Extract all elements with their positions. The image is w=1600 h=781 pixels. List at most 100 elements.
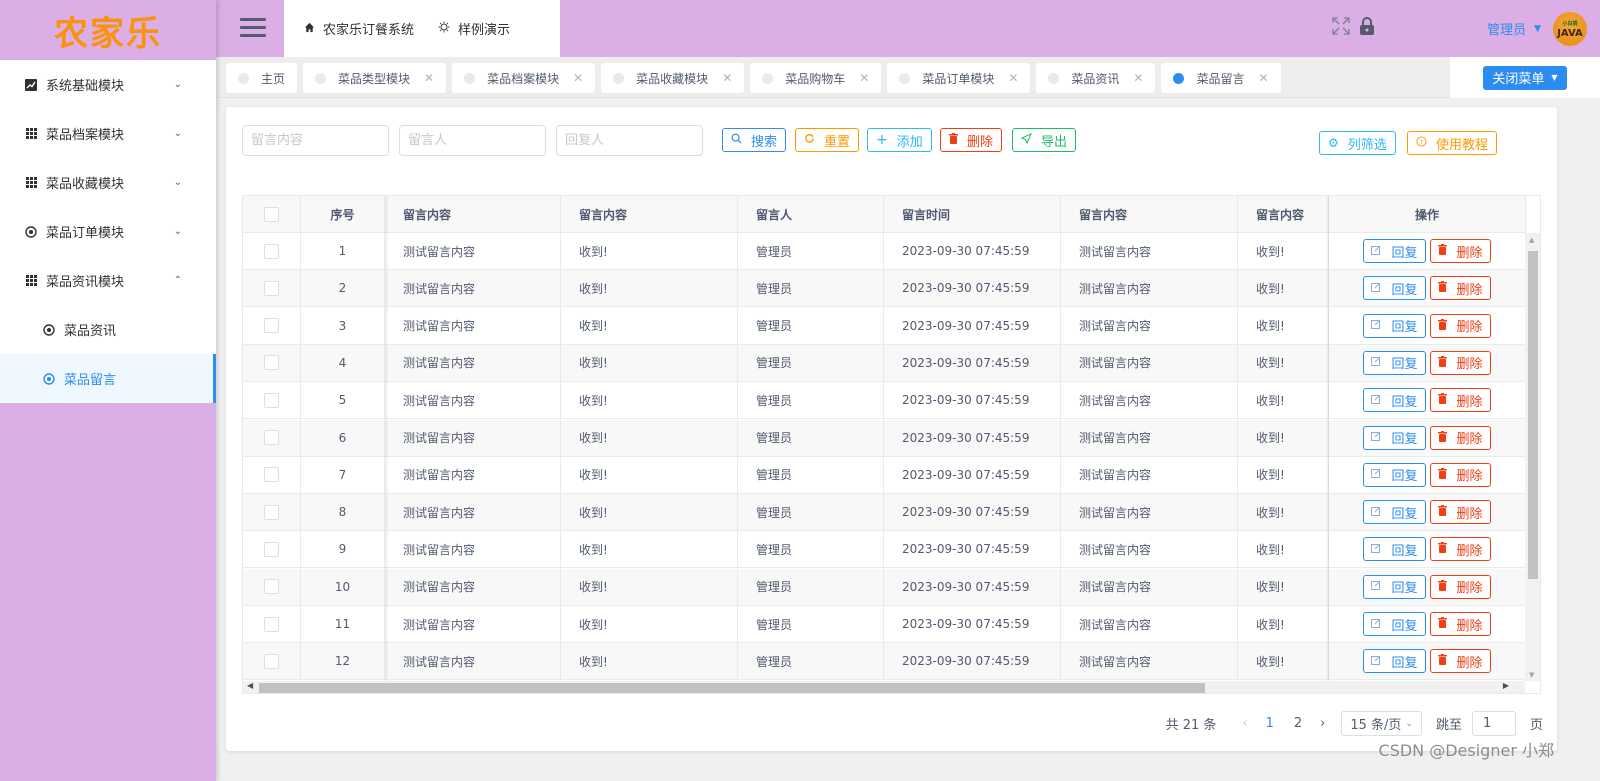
sidebar-subitem-dish-message[interactable]: 菜品留言 — [0, 354, 216, 403]
tab-item[interactable]: 菜品购物车 ✕ — [750, 63, 882, 93]
vertical-scroll-thumb[interactable] — [1528, 251, 1538, 579]
close-tab-icon[interactable]: ✕ — [1133, 71, 1143, 85]
column-filter-button[interactable]: ⚙ 列筛选 — [1319, 131, 1396, 155]
tab-item[interactable]: 主页 — [226, 63, 298, 93]
user-menu[interactable]: 管理员 — [1487, 19, 1526, 38]
scroll-right-icon[interactable]: ▶ — [1503, 681, 1509, 690]
reply-user-input[interactable] — [556, 125, 703, 156]
close-tab-icon[interactable]: ✕ — [1008, 71, 1018, 85]
tab-item[interactable]: 菜品留言 ✕ — [1161, 63, 1281, 93]
add-button[interactable]: + 添加 — [867, 128, 932, 152]
page-size-select[interactable]: 15 条/页 ⌄ — [1341, 711, 1422, 736]
prev-page-icon[interactable]: ‹ — [1242, 716, 1247, 731]
tutorial-button[interactable]: ? 使用教程 — [1407, 131, 1498, 155]
row-checkbox[interactable] — [264, 280, 279, 296]
cell-reply: 收到! — [561, 382, 738, 419]
reply-label: 回复 — [1391, 282, 1418, 298]
close-tab-icon[interactable]: ✕ — [859, 71, 869, 85]
lock-icon[interactable] — [1359, 16, 1375, 41]
row-checkbox[interactable] — [264, 616, 279, 632]
close-tab-icon[interactable]: ✕ — [424, 71, 434, 85]
scroll-left-icon[interactable]: ◀ — [247, 681, 253, 690]
sidebar-subitem-dish-news[interactable]: 菜品资讯 — [0, 305, 216, 354]
reply-button[interactable]: 回复 — [1363, 574, 1426, 599]
reply-button[interactable]: 回复 — [1363, 388, 1426, 413]
row-checkbox[interactable] — [264, 579, 279, 595]
sidebar-item-system-base[interactable]: 系统基础模块 ⌄ — [0, 60, 216, 109]
table-header: 序号 留言内容 留言内容 留言人 留言时间 留言内容 留言内容 操作 — [243, 196, 1526, 233]
select-all-checkbox[interactable] — [264, 206, 279, 222]
close-tab-icon[interactable]: ✕ — [722, 71, 732, 85]
row-checkbox[interactable] — [264, 392, 279, 408]
reply-button[interactable]: 回复 — [1363, 500, 1426, 525]
tab-item[interactable]: 菜品订单模块 ✕ — [887, 63, 1031, 93]
search-icon — [731, 133, 742, 147]
row-delete-button[interactable]: 删除 — [1429, 462, 1491, 487]
row-checkbox[interactable] — [264, 504, 279, 520]
reset-button[interactable]: 重置 — [795, 128, 860, 152]
sidebar-item-dish-favorite[interactable]: 菜品收藏模块 ⌄ — [0, 158, 216, 207]
page-2[interactable]: 2 — [1294, 716, 1302, 731]
row-checkbox[interactable] — [264, 355, 279, 371]
row-checkbox[interactable] — [264, 430, 279, 445]
sidebar-item-dish-news-module[interactable]: 菜品资讯模块 ⌃ — [0, 256, 216, 305]
row-delete-button[interactable]: 删除 — [1429, 239, 1491, 263]
row-delete-button[interactable]: 删除 — [1429, 425, 1491, 450]
sidebar-item-dish-order[interactable]: 菜品订单模块 ⌄ — [0, 207, 216, 256]
row-checkbox[interactable] — [264, 541, 279, 557]
close-tab-icon[interactable]: ✕ — [1259, 71, 1269, 85]
row-delete-button[interactable]: 删除 — [1429, 388, 1491, 413]
reply-button[interactable]: 回复 — [1363, 350, 1426, 375]
reply-button[interactable]: 回复 — [1363, 612, 1426, 636]
reply-button[interactable]: 回复 — [1363, 537, 1426, 562]
trash-icon — [1437, 355, 1447, 370]
row-checkbox[interactable] — [264, 653, 279, 669]
cell-no: 5 — [301, 382, 385, 419]
reply-button[interactable]: 回复 — [1363, 649, 1426, 674]
reply-button[interactable]: 回复 — [1363, 425, 1426, 450]
page-1[interactable]: 1 — [1266, 716, 1274, 731]
tab-item[interactable]: 菜品资讯 ✕ — [1036, 63, 1156, 93]
top-nav-home[interactable]: 农家乐订餐系统 — [304, 19, 414, 38]
row-checkbox[interactable] — [264, 467, 279, 483]
scroll-down-icon[interactable]: ▼ — [1529, 671, 1534, 679]
tab-item[interactable]: 菜品收藏模块 ✕ — [601, 63, 745, 93]
jump-page-input[interactable] — [1471, 711, 1516, 736]
reply-label: 回复 — [1391, 320, 1418, 336]
message-user-input[interactable] — [399, 125, 546, 156]
cell-reply2: 收到! — [1238, 606, 1329, 642]
row-delete-button[interactable]: 删除 — [1429, 313, 1491, 338]
row-delete-button[interactable]: 删除 — [1429, 574, 1491, 599]
menu-toggle-icon[interactable] — [240, 18, 266, 38]
horizontal-scroll-thumb[interactable] — [259, 683, 1205, 693]
export-button[interactable]: 导出 — [1012, 128, 1077, 152]
row-delete-button[interactable]: 删除 — [1429, 649, 1491, 674]
tab-item[interactable]: 菜品类型模块 ✕ — [303, 63, 447, 93]
horizontal-scrollbar[interactable]: ◀ ▶ — [243, 681, 1525, 693]
scroll-up-icon[interactable]: ▲ — [1529, 236, 1534, 244]
next-page-icon[interactable]: › — [1320, 716, 1325, 731]
row-delete-button[interactable]: 删除 — [1429, 276, 1491, 301]
reply-button[interactable]: 回复 — [1363, 462, 1426, 487]
row-delete-button[interactable]: 删除 — [1429, 350, 1491, 375]
reply-button[interactable]: 回复 — [1363, 239, 1426, 263]
tab-item[interactable]: 菜品档案模块 ✕ — [452, 63, 596, 93]
row-checkbox[interactable] — [264, 318, 279, 334]
fullscreen-icon[interactable] — [1331, 16, 1351, 41]
vertical-scrollbar[interactable]: ▲ ▼ — [1525, 233, 1540, 681]
sidebar-item-dish-archive[interactable]: 菜品档案模块 ⌄ — [0, 109, 216, 158]
cell-no: 9 — [301, 531, 385, 568]
close-tab-icon[interactable]: ✕ — [573, 71, 583, 85]
delete-button[interactable]: 删除 — [940, 128, 1003, 152]
reply-button[interactable]: 回复 — [1363, 276, 1426, 301]
top-nav-demo[interactable]: 样例演示 — [438, 19, 510, 38]
row-delete-button[interactable]: 删除 — [1429, 612, 1491, 636]
reply-button[interactable]: 回复 — [1363, 313, 1426, 338]
search-button[interactable]: 搜索 — [722, 128, 787, 152]
row-delete-button[interactable]: 删除 — [1429, 500, 1491, 525]
message-content-input[interactable] — [242, 125, 389, 156]
avatar[interactable]: 小白鸽 JAVA — [1553, 11, 1587, 46]
row-checkbox[interactable] — [264, 243, 279, 259]
row-delete-button[interactable]: 删除 — [1429, 537, 1491, 562]
close-menu-button[interactable]: 关闭菜单 ▼ — [1483, 65, 1567, 90]
